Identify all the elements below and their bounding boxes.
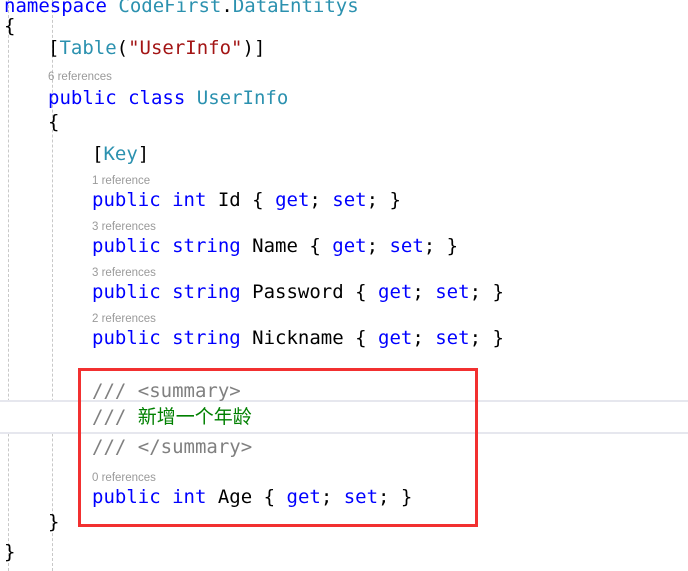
token-pl: ; }: [423, 235, 459, 257]
token-pl: }: [48, 511, 60, 533]
token-kw: string: [172, 327, 241, 349]
codelens-references-1[interactable]: 1 reference: [92, 174, 150, 188]
code-line-14[interactable]: public int Age { get; set; }: [92, 485, 412, 509]
token-pl: ;: [309, 189, 333, 211]
token-kw: get: [378, 327, 413, 349]
code-line-10[interactable]: public string Nickname { get; set; }: [92, 326, 504, 350]
token-type: DataEntitys: [232, 0, 359, 17]
token-kw: get: [378, 281, 413, 303]
token-kw: string: [172, 235, 241, 257]
codelens-references-2[interactable]: 3 references: [92, 220, 156, 234]
token-pl: [: [92, 143, 104, 165]
token-doc: 新增一个年龄: [137, 406, 252, 428]
token-kw: public: [92, 327, 161, 349]
token-kw: set: [389, 235, 424, 257]
token-kw: int: [172, 486, 207, 508]
token-cmt: /// <summary>: [92, 380, 241, 402]
codelens-references-4[interactable]: 2 references: [92, 312, 156, 326]
code-line-16[interactable]: }: [4, 540, 15, 564]
token-pl: (: [116, 37, 129, 59]
token-kw: get: [332, 235, 367, 257]
code-line-5[interactable]: {: [48, 110, 59, 134]
code-line-8[interactable]: public string Name { get; set; }: [92, 234, 458, 258]
codelens-references-0[interactable]: 6 references: [48, 70, 112, 84]
code-line-7[interactable]: public int Id { get; set; }: [92, 188, 401, 212]
token-kw: public: [92, 486, 161, 508]
token-kw: set: [435, 281, 470, 303]
token-pl: ; }: [469, 281, 504, 303]
token-kw: get: [286, 486, 321, 508]
token-pl: {: [4, 15, 16, 37]
code-line-4[interactable]: public class UserInfo: [48, 86, 288, 110]
token-pl: Age {: [206, 486, 287, 508]
token-cmt: ///: [92, 406, 138, 428]
token-pl: .: [221, 0, 233, 17]
code-line-11[interactable]: /// <summary>: [92, 379, 241, 403]
code-line-1[interactable]: namespace CodeFirst.DataEntitys: [4, 0, 359, 18]
indent-guide-0: [8, 0, 9, 571]
code-line-9[interactable]: public string Password { get; set; }: [92, 280, 504, 304]
code-line-3[interactable]: [Table("UserInfo")]: [48, 36, 265, 60]
token-pl: }: [4, 541, 16, 563]
token-kw: public: [92, 281, 161, 303]
token-pl: ;: [366, 235, 390, 257]
token-kw: set: [435, 327, 470, 349]
token-pl: [: [48, 37, 60, 59]
token-pl: {: [48, 111, 60, 133]
code-line-13[interactable]: /// </summary>: [92, 435, 252, 459]
token-str: "UserInfo": [128, 37, 243, 59]
token-type: CodeFirst: [118, 0, 222, 17]
code-editor-surface[interactable]: 6 references 1 reference 3 references 3 ref…: [0, 0, 688, 571]
token-pl: Id {: [206, 189, 276, 211]
code-line-15[interactable]: }: [48, 510, 59, 534]
token-pl: Nickname {: [240, 327, 379, 349]
token-pl: ; }: [469, 327, 504, 349]
token-kw: public: [92, 189, 161, 211]
token-kw: string: [172, 281, 241, 303]
code-line-6[interactable]: [Key]: [92, 142, 149, 166]
token-pl: )]: [242, 37, 266, 59]
codelens-references-3[interactable]: 3 references: [92, 266, 156, 280]
token-pl: ;: [412, 281, 436, 303]
token-pl: ;: [412, 327, 436, 349]
token-cmt: /// </summary>: [92, 436, 253, 458]
codelens-references-5[interactable]: 0 references: [92, 471, 156, 485]
token-pl: ]: [137, 143, 150, 165]
code-line-12[interactable]: /// 新增一个年龄: [92, 405, 252, 429]
token-kw: set: [332, 189, 367, 211]
token-pl: ;: [320, 486, 344, 508]
token-kw: public: [92, 235, 161, 257]
token-pl: Name {: [240, 235, 333, 257]
token-pl: Password {: [240, 281, 379, 303]
token-kw: namespace: [4, 0, 107, 17]
token-kw: public: [48, 87, 117, 109]
token-kw: int: [172, 189, 207, 211]
token-kw: get: [275, 189, 310, 211]
token-kw: set: [343, 486, 379, 508]
token-type: UserInfo: [196, 87, 289, 109]
token-kw: class: [128, 87, 186, 109]
code-line-2[interactable]: {: [4, 14, 15, 38]
token-pl: ; }: [378, 486, 413, 508]
token-type: Key: [103, 143, 138, 165]
token-pl: ; }: [366, 189, 401, 211]
token-type: Table: [59, 37, 117, 59]
